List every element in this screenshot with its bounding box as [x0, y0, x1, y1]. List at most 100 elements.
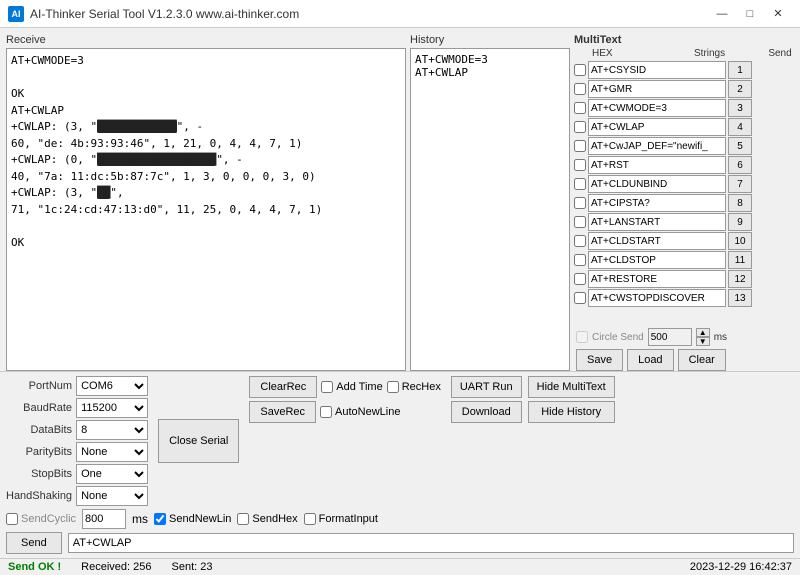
add-time-check[interactable]: Add Time	[321, 381, 382, 393]
mt-send-btn-4[interactable]: 5	[728, 137, 752, 155]
history-area[interactable]: AT+CWMODE=3 AT+CWLAP	[410, 48, 570, 371]
circle-send-row: Circle Send ▲ ▼ ms	[574, 328, 794, 346]
mt-checkbox-6[interactable]	[574, 178, 586, 190]
circle-send-up[interactable]: ▲	[696, 328, 710, 337]
panels-row: Receive AT+CWMODE=3 OK AT+CWLAP +CWLAP: …	[0, 28, 800, 371]
mt-input-9[interactable]	[588, 232, 726, 250]
save-rec-button[interactable]: SaveRec	[249, 401, 316, 423]
port-num-select[interactable]: COM6	[76, 376, 148, 396]
send-input[interactable]	[68, 533, 794, 553]
rec-hex-check[interactable]: RecHex	[387, 381, 441, 393]
mt-input-10[interactable]	[588, 251, 726, 269]
mt-checkbox-1[interactable]	[574, 83, 586, 95]
mt-input-1[interactable]	[588, 80, 726, 98]
send-cyclic-label: SendCyclic	[21, 513, 76, 525]
format-input-checkbox[interactable]	[304, 513, 316, 525]
mt-send-btn-10[interactable]: 11	[728, 251, 752, 269]
hide-multitext-button[interactable]: Hide MultiText	[528, 376, 615, 398]
mt-send-btn-6[interactable]: 7	[728, 175, 752, 193]
history-item[interactable]: AT+CWLAP	[415, 66, 565, 79]
send-cyclic-input[interactable]	[82, 509, 126, 529]
mt-send-btn-11[interactable]: 12	[728, 270, 752, 288]
data-bits-select[interactable]: 8	[76, 420, 148, 440]
close-button[interactable]: ✕	[764, 4, 792, 24]
mt-send-btn-7[interactable]: 8	[728, 194, 752, 212]
download-button[interactable]: Download	[451, 401, 522, 423]
mt-checkbox-5[interactable]	[574, 159, 586, 171]
format-input-check[interactable]: FormatInput	[304, 513, 378, 525]
format-input-label: FormatInput	[319, 513, 378, 525]
send-cyclic-check[interactable]: SendCyclic	[6, 513, 76, 525]
mt-input-12[interactable]	[588, 289, 726, 307]
stop-bits-select[interactable]: One	[76, 464, 148, 484]
send-hex-check[interactable]: SendHex	[237, 513, 297, 525]
mt-input-6[interactable]	[588, 175, 726, 193]
mt-checkbox-11[interactable]	[574, 273, 586, 285]
receive-line: 60, "de: 4b:93:93:46", 1, 21, 0, 4, 4, 7…	[11, 136, 401, 153]
mt-input-5[interactable]	[588, 156, 726, 174]
history-item[interactable]: AT+CWMODE=3	[415, 53, 565, 66]
main-container: Receive AT+CWMODE=3 OK AT+CWLAP +CWLAP: …	[0, 28, 800, 575]
mt-row: 11	[574, 251, 794, 269]
receive-line	[11, 218, 401, 235]
send-cyclic-checkbox[interactable]	[6, 513, 18, 525]
mt-send-btn-8[interactable]: 9	[728, 213, 752, 231]
mt-checkbox-12[interactable]	[574, 292, 586, 304]
title-bar-controls[interactable]: — □ ✕	[708, 4, 792, 24]
sent-label: Sent:	[172, 561, 198, 573]
stop-bits-label: StopBits	[6, 468, 72, 480]
handshaking-select[interactable]: None	[76, 486, 148, 506]
mt-send-btn-1[interactable]: 2	[728, 80, 752, 98]
parity-select[interactable]: None	[76, 442, 148, 462]
send-ok-status: Send OK !	[8, 561, 61, 573]
auto-newline-check[interactable]: AutoNewLine	[320, 406, 400, 418]
mt-send-btn-2[interactable]: 3	[728, 99, 752, 117]
mt-checkbox-4[interactable]	[574, 140, 586, 152]
mt-input-3[interactable]	[588, 118, 726, 136]
minimize-button[interactable]: —	[708, 4, 736, 24]
add-time-checkbox[interactable]	[321, 381, 333, 393]
mt-checkbox-0[interactable]	[574, 64, 586, 76]
circle-send-down[interactable]: ▼	[696, 337, 710, 346]
save-button[interactable]: Save	[576, 349, 623, 371]
mt-input-11[interactable]	[588, 270, 726, 288]
mt-input-4[interactable]	[588, 137, 726, 155]
mt-checkbox-10[interactable]	[574, 254, 586, 266]
clear-button[interactable]: Clear	[678, 349, 726, 371]
datetime: 2023-12-29 16:42:37	[690, 561, 792, 573]
baud-rate-select[interactable]: 115200	[76, 398, 148, 418]
mt-send-btn-9[interactable]: 10	[728, 232, 752, 250]
mt-checkbox-9[interactable]	[574, 235, 586, 247]
mt-checkbox-2[interactable]	[574, 102, 586, 114]
close-serial-button[interactable]: Close Serial	[158, 419, 239, 463]
send-button[interactable]: Send	[6, 532, 62, 554]
maximize-button[interactable]: □	[736, 4, 764, 24]
mt-send-btn-5[interactable]: 6	[728, 156, 752, 174]
hide-history-button[interactable]: Hide History	[528, 401, 615, 423]
mt-checkbox-7[interactable]	[574, 197, 586, 209]
clear-rec-button[interactable]: ClearRec	[249, 376, 317, 398]
uart-run-button[interactable]: UART Run	[451, 376, 522, 398]
send-hex-label: SendHex	[252, 513, 297, 525]
send-hex-checkbox[interactable]	[237, 513, 249, 525]
auto-newline-checkbox[interactable]	[320, 406, 332, 418]
mt-input-8[interactable]	[588, 213, 726, 231]
mt-send-btn-0[interactable]: 1	[728, 61, 752, 79]
col-hex-header: HEX	[592, 48, 692, 59]
load-button[interactable]: Load	[627, 349, 673, 371]
send-newline-check[interactable]: SendNewLin	[154, 513, 231, 525]
mt-input-0[interactable]	[588, 61, 726, 79]
mt-send-btn-12[interactable]: 13	[728, 289, 752, 307]
circle-send-checkbox[interactable]	[576, 331, 588, 343]
mt-checkbox-3[interactable]	[574, 121, 586, 133]
mt-send-btn-3[interactable]: 4	[728, 118, 752, 136]
mt-checkbox-8[interactable]	[574, 216, 586, 228]
rec-hex-checkbox[interactable]	[387, 381, 399, 393]
auto-newline-label: AutoNewLine	[335, 406, 400, 418]
send-newline-checkbox[interactable]	[154, 513, 166, 525]
ctrl-row-inner-1: ClearRec Add Time RecHex	[249, 376, 440, 398]
circle-send-input[interactable]	[648, 328, 692, 346]
mt-input-7[interactable]	[588, 194, 726, 212]
mt-input-2[interactable]	[588, 99, 726, 117]
ctrl-row-inner-2: SaveRec AutoNewLine	[249, 401, 440, 423]
